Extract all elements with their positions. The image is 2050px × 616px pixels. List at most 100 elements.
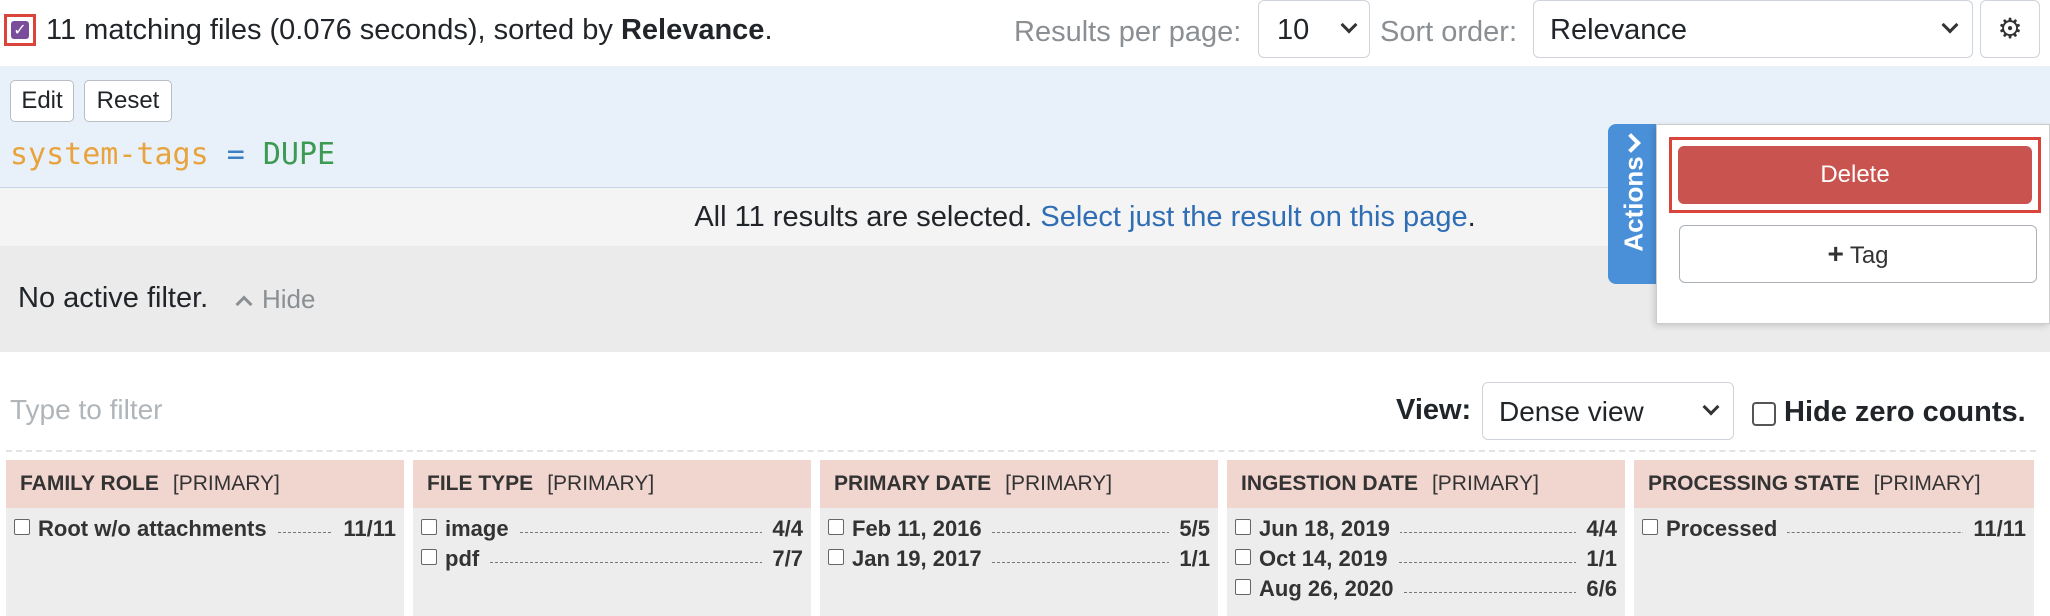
facet-checkbox[interactable] xyxy=(421,519,437,535)
facet-tag: [PRIMARY] xyxy=(172,472,280,495)
query-key: system-tags xyxy=(10,137,209,172)
plus-icon: + xyxy=(1827,238,1844,269)
facet-checkbox[interactable] xyxy=(421,549,437,565)
facet-name: FILE TYPE xyxy=(427,472,534,495)
view-select[interactable]: Dense view xyxy=(1482,382,1734,440)
summary-sort: Relevance xyxy=(620,14,765,46)
facet-item-count: 1/1 xyxy=(1169,546,1210,572)
facet-checkbox[interactable] xyxy=(1235,549,1251,565)
chevron-up-icon xyxy=(235,295,253,313)
facet-item-count: 1/1 xyxy=(1576,546,1617,572)
facet-item-label: Jan 19, 2017 xyxy=(852,546,992,572)
actions-tab[interactable]: Actions xyxy=(1608,124,1660,284)
tag-button[interactable]: + Tag xyxy=(1679,225,2037,283)
hide-filter-toggle[interactable]: Hide xyxy=(235,282,316,316)
facet-processing-state: PROCESSING STATE [PRIMARY] Processed 11/11 xyxy=(1634,460,2034,616)
facet-item-count: 11/11 xyxy=(1963,516,2026,542)
facet-item-count: 4/4 xyxy=(1576,516,1617,542)
facet-item[interactable]: Root w/o attachments 11/11 xyxy=(14,512,396,542)
delete-button[interactable]: Delete xyxy=(1678,146,2032,204)
facet-item-label: Oct 14, 2019 xyxy=(1259,546,1398,572)
facet-item-label: Jun 18, 2019 xyxy=(1259,516,1400,542)
query-expression: system-tags = DUPE xyxy=(10,136,335,174)
checkmark-icon: ✓ xyxy=(11,21,29,39)
select-all-checkbox[interactable]: ✓ xyxy=(4,14,36,46)
facet-item-label: Aug 26, 2020 xyxy=(1259,576,1404,602)
chevron-down-icon xyxy=(1941,16,1959,34)
results-per-page-select[interactable]: 10 xyxy=(1258,0,1370,58)
query-operator: = xyxy=(226,137,245,172)
sort-order-label: Sort order: xyxy=(1380,16,1517,48)
facet-item[interactable]: image 4/4 xyxy=(421,512,803,542)
reset-query-button[interactable]: Reset xyxy=(84,80,172,122)
facet-item-label: Feb 11, 2016 xyxy=(852,516,992,542)
settings-button[interactable]: ⚙ xyxy=(1980,0,2040,58)
chevron-right-icon xyxy=(1621,133,1641,153)
facet-item[interactable]: pdf 7/7 xyxy=(421,542,803,572)
facet-item[interactable]: Jun 18, 2019 4/4 xyxy=(1235,512,1617,542)
facet-checkbox[interactable] xyxy=(1235,579,1251,595)
filter-status-text: No active filter. xyxy=(18,282,209,314)
results-summary: 11 matching files (0.076 seconds), sorte… xyxy=(46,12,773,48)
facet-checkbox[interactable] xyxy=(828,549,844,565)
query-value: DUPE xyxy=(262,137,336,172)
facet-ingestion-date: INGESTION DATE [PRIMARY] Jun 18, 2019 4/4 … xyxy=(1227,460,1625,616)
facet-item[interactable]: Feb 11, 2016 5/5 xyxy=(828,512,1210,542)
facet-name: INGESTION DATE xyxy=(1241,472,1418,495)
results-header: ✓ 11 matching files (0.076 seconds), sor… xyxy=(0,0,2050,64)
tag-button-label: Tag xyxy=(1849,242,1889,269)
facet-checkbox[interactable] xyxy=(828,519,844,535)
actions-panel: Delete + Tag xyxy=(1656,124,2050,324)
summary-text: 11 matching files (0.076 seconds), sorte… xyxy=(46,14,621,46)
facet-header: INGESTION DATE [PRIMARY] xyxy=(1227,460,1625,508)
facet-primary-date: PRIMARY DATE [PRIMARY] Feb 11, 2016 5/5 Ja… xyxy=(820,460,1218,616)
facet-item[interactable]: Jan 19, 2017 1/1 xyxy=(828,542,1210,572)
delete-highlight: Delete xyxy=(1669,137,2041,213)
selection-notice-text: All 11 results are selected. xyxy=(694,201,1033,233)
hide-label: Hide xyxy=(262,284,316,314)
facet-item-count: 6/6 xyxy=(1576,576,1617,602)
chevron-down-icon xyxy=(1340,16,1358,34)
results-per-page-label: Results per page: xyxy=(1014,16,1242,48)
facet-checkbox[interactable] xyxy=(1642,519,1658,535)
actions-tab-label: Actions xyxy=(1618,156,1649,252)
view-label: View: xyxy=(1396,394,1472,426)
facet-header: FAMILY ROLE [PRIMARY] xyxy=(6,460,404,508)
facet-filter-input[interactable]: Type to filter xyxy=(10,392,163,428)
facet-file-type: FILE TYPE [PRIMARY] image 4/4 pdf 7/7 xyxy=(413,460,811,616)
sort-order-select[interactable]: Relevance xyxy=(1533,0,1973,58)
facet-tag: [PRIMARY] xyxy=(1431,472,1539,495)
facet-checkbox[interactable] xyxy=(14,519,30,535)
facet-item-count: 11/11 xyxy=(333,516,396,542)
facet-name: FAMILY ROLE xyxy=(20,472,159,495)
facet-item-label: Processed xyxy=(1666,516,1788,542)
facet-item-count: 4/4 xyxy=(762,516,803,542)
hide-zero-label: Hide zero counts. xyxy=(1784,396,2026,428)
edit-query-button[interactable]: Edit xyxy=(10,80,74,122)
facet-checkbox[interactable] xyxy=(1235,519,1251,535)
facet-item[interactable]: Processed 11/11 xyxy=(1642,512,2026,542)
facet-item-label: image xyxy=(445,516,519,542)
facet-item-count: 5/5 xyxy=(1169,516,1210,542)
facet-item[interactable]: Oct 14, 2019 1/1 xyxy=(1235,542,1617,572)
gear-icon: ⚙ xyxy=(1997,12,2023,45)
facet-name: PROCESSING STATE xyxy=(1648,472,1860,495)
selection-notice-suffix: . xyxy=(1467,201,1476,233)
facet-name: PRIMARY DATE xyxy=(834,472,992,495)
hide-zero-checkbox[interactable] xyxy=(1752,402,1776,426)
facet-header: FILE TYPE [PRIMARY] xyxy=(413,460,811,508)
facet-item-count: 7/7 xyxy=(762,546,803,572)
facet-header: PROCESSING STATE [PRIMARY] xyxy=(1634,460,2034,508)
leader-line xyxy=(445,562,803,563)
select-page-link[interactable]: Select just the result on this page xyxy=(1040,201,1467,233)
facet-tag: [PRIMARY] xyxy=(547,472,655,495)
summary-suffix: . xyxy=(764,14,773,46)
sort-order-value: Relevance xyxy=(1550,14,1688,46)
facet-tag: [PRIMARY] xyxy=(1873,472,1981,495)
facet-item-label: pdf xyxy=(445,546,490,572)
results-per-page-value: 10 xyxy=(1277,14,1310,46)
divider xyxy=(6,450,2036,452)
facet-tag: [PRIMARY] xyxy=(1005,472,1113,495)
facet-family-role: FAMILY ROLE [PRIMARY] Root w/o attachment… xyxy=(6,460,404,616)
facet-item[interactable]: Aug 26, 2020 6/6 xyxy=(1235,572,1617,602)
